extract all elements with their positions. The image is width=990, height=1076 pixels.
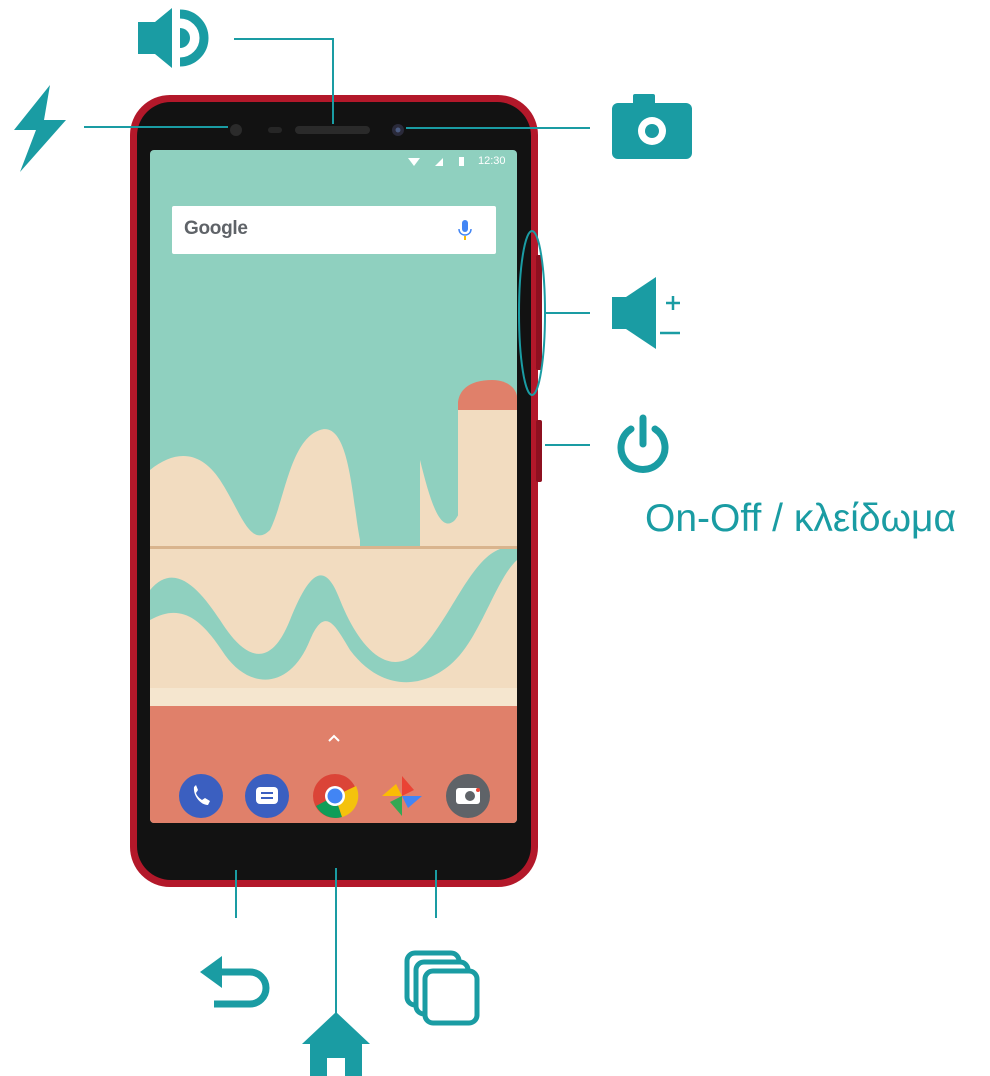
flash-icon [14, 85, 66, 172]
recents-icon [404, 950, 480, 1026]
back-arrow-icon [200, 956, 270, 1008]
volume-rocker[interactable] [536, 255, 542, 370]
earpiece-grille [295, 126, 370, 134]
phone-screen [150, 150, 517, 823]
flash-led [230, 124, 242, 136]
power-button[interactable] [536, 420, 542, 482]
camera-app-icon[interactable] [446, 774, 490, 818]
power-icon [617, 414, 669, 473]
messages-app-icon[interactable] [245, 774, 289, 818]
battery-icon [459, 157, 464, 166]
power-callout-label: On-Off / κλείδωμα [645, 497, 957, 540]
wallpaper-band [150, 688, 517, 706]
speaker-icon [138, 8, 209, 68]
phone-app-icon[interactable] [179, 774, 223, 818]
wallpaper-pillar [458, 402, 517, 548]
sensor [268, 127, 282, 133]
google-search-text: Google [184, 218, 248, 239]
front-camera-glint [395, 127, 401, 133]
status-bar-clock: 12:30 [478, 155, 506, 167]
home-icon [302, 1012, 370, 1076]
volume-plus-minus-icon [612, 277, 680, 349]
wallpaper-horizon [150, 546, 517, 549]
camera-icon [612, 94, 692, 159]
